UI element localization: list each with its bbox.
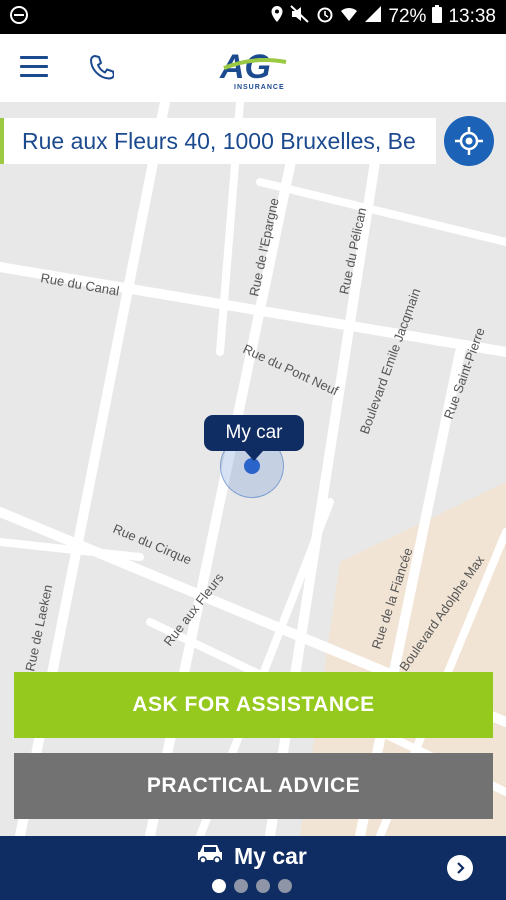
do-not-disturb-icon: [10, 5, 28, 29]
chevron-right-icon: [457, 862, 465, 874]
bottom-bar: My car: [0, 836, 506, 900]
alarm-icon: [316, 5, 334, 29]
status-time: 13:38: [448, 6, 496, 27]
battery-percent: 72%: [388, 6, 427, 27]
bottom-bar-label: My car: [234, 842, 307, 869]
battery-icon: [432, 5, 443, 29]
page-dot[interactable]: [234, 879, 248, 893]
locate-me-button[interactable]: [444, 116, 494, 166]
marker-pointer: [245, 451, 263, 461]
practical-advice-button[interactable]: PRACTICAL ADVICE: [14, 753, 493, 819]
crosshair-icon: [455, 127, 483, 155]
mute-icon: [290, 5, 310, 29]
svg-text:INSURANCE: INSURANCE: [234, 84, 285, 91]
car-icon: [196, 842, 224, 870]
bottom-bar-title[interactable]: My car: [196, 842, 307, 870]
signal-icon: [364, 5, 382, 29]
menu-icon[interactable]: [20, 56, 48, 78]
marker-label[interactable]: My car: [204, 415, 304, 451]
location-icon: [270, 5, 284, 29]
app-bar: AG INSURANCE: [0, 34, 506, 102]
status-bar: 72% 13:38: [0, 0, 506, 34]
ag-insurance-logo: AG INSURANCE: [216, 46, 292, 92]
page-dot[interactable]: [256, 879, 270, 893]
page-indicator: [212, 879, 292, 893]
page-dot[interactable]: [278, 879, 292, 893]
next-button[interactable]: [447, 855, 473, 881]
page-dot[interactable]: [212, 879, 226, 893]
wifi-icon: [340, 5, 358, 29]
ask-for-assistance-button[interactable]: ASK FOR ASSISTANCE: [14, 672, 493, 738]
address-field[interactable]: Rue aux Fleurs 40, 1000 Bruxelles, Be: [0, 118, 436, 164]
phone-icon[interactable]: [90, 54, 115, 80]
